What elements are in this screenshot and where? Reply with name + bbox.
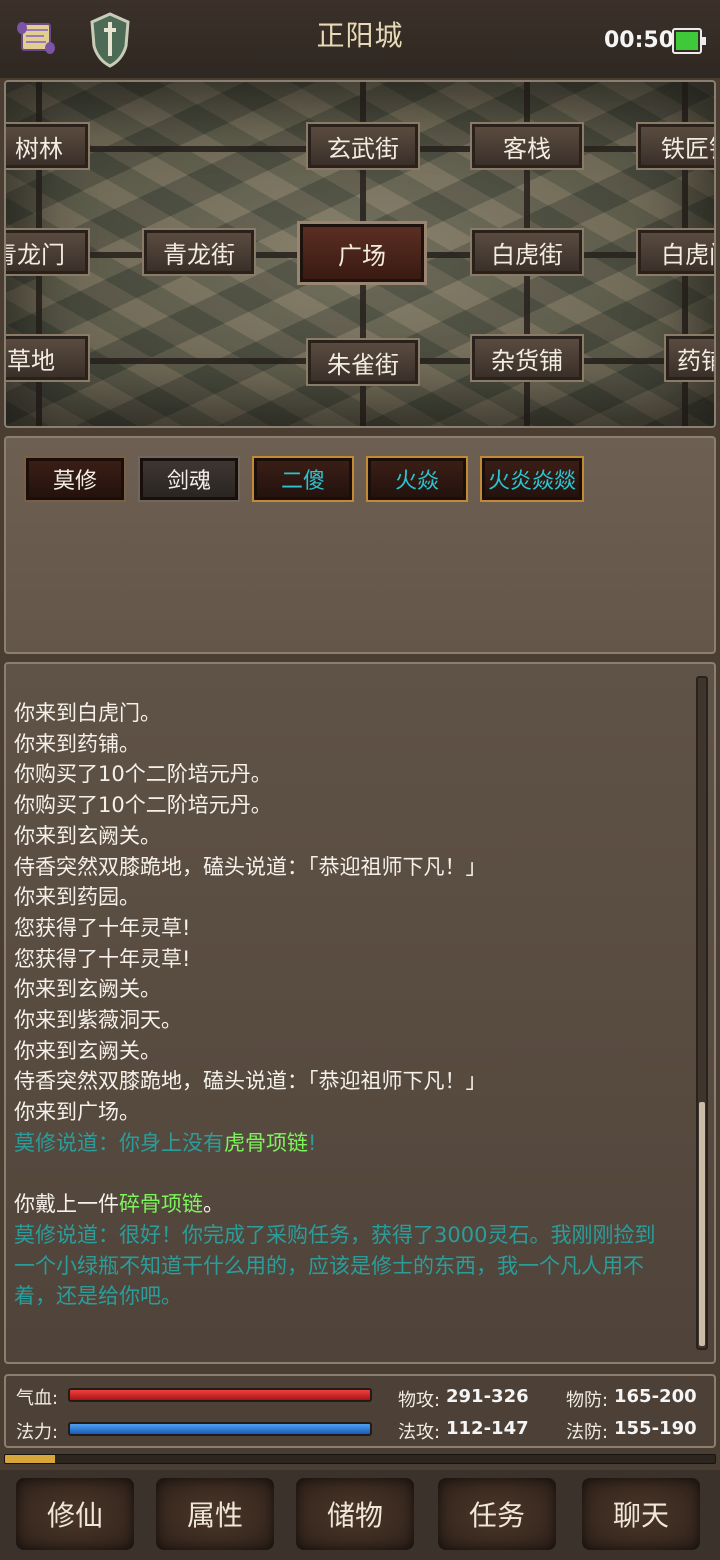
log-line-equip: 你戴上一件碎骨项链。 [14,1189,686,1220]
battery-level [676,32,698,50]
hp-bar-fill [70,1390,370,1400]
nav-chat-button[interactable]: 聊天 [582,1478,700,1550]
log-line: 你购买了10个二阶培元丹。 [14,762,272,787]
log-line: 你来到玄阙关。 [14,823,161,848]
map-location-zahuo[interactable]: 杂货铺 [470,334,584,382]
patk-value: 291-326 [446,1386,529,1407]
matk-value: 112-147 [446,1418,529,1439]
mp-label: 法力: [16,1422,59,1443]
log-list: 你来到白虎门。 你来到药铺。 你购买了10个二阶培元丹。 你购买了10个二阶培元丹。你… [14,698,686,1312]
map-location-qinglongmen[interactable]: 青龙门 [6,228,90,276]
log-line-blank [14,1159,686,1190]
npc-speech-text: 莫修说道：你身上没有 [14,1130,224,1155]
map-location-xuanwu[interactable]: 玄武街 [306,122,420,170]
npc-button-huoyanyanyi[interactable]: 火炎焱燚 [480,456,584,502]
npc-button-ersha[interactable]: 二傻 [252,456,354,502]
matk-label: 法攻: [398,1422,441,1443]
npc-panel: 莫修 剑魂 二傻 火焱 火炎焱燚 [4,436,716,654]
map-location-caodi[interactable]: 草地 [6,334,90,382]
equip-text: 你戴上一件 [14,1192,119,1217]
npc-speech-text: ! [308,1130,317,1155]
mp-bar-fill [70,1424,370,1434]
map-location-tiejiang[interactable]: 铁匠铺 [636,122,714,170]
log-line: 你来到玄阙关。 [14,977,161,1002]
log-scroll-thumb[interactable] [699,1102,705,1346]
pdef-label: 物防: [566,1390,609,1411]
pdef-value: 165-200 [614,1386,697,1407]
nav-cultivate-button[interactable]: 修仙 [16,1478,134,1550]
npc-button-moxiu[interactable]: 莫修 [24,456,126,502]
stats-panel: 气血: 法力: 物攻: 291-326 物防: 165-200 法攻: 112-… [4,1374,716,1448]
item-link[interactable]: 碎骨项链 [119,1192,203,1216]
map-location-yaopu[interactable]: 药铺 [664,334,714,382]
item-link[interactable]: 虎骨项链 [224,1131,308,1155]
nav-storage-button[interactable]: 储物 [296,1478,414,1550]
hp-label: 气血: [16,1388,59,1409]
log-line-npc-speech: 莫修说道：很好！你完成了采购任务，获得了3000灵石。我刚刚捡到 [14,1222,656,1247]
log-line: 您获得了十年灵草! [14,915,191,940]
bottom-nav: 修仙 属性 储物 任务 聊天 [0,1470,720,1560]
npc-button-jianhun[interactable]: 剑魂 [138,456,240,502]
nav-attributes-button[interactable]: 属性 [156,1478,274,1550]
log-line: 侍香突然双膝跪地，磕头说道：「恭迎祖师下凡！」 [14,1069,487,1094]
patk-label: 物攻: [398,1390,441,1411]
clock: 00:50 [604,28,675,53]
npc-button-huoyan[interactable]: 火焱 [366,456,468,502]
log-line: 你来到药铺。 [14,731,140,756]
equip-text: 。 [203,1192,224,1217]
log-line: 你来到白虎门。 [14,701,161,725]
message-log[interactable]: 你来到白虎门。 你来到药铺。 你购买了10个二阶培元丹。 你购买了10个二阶培元丹。你… [4,662,716,1364]
log-line: 你购买了10个二阶培元丹。 [14,793,272,818]
log-line-npc-speech: 着，还是给你吧。 [14,1284,182,1309]
map-location-zhuque[interactable]: 朱雀街 [306,338,420,386]
log-line: 侍香突然双膝跪地，磕头说道：「恭迎祖师下凡！」 [14,854,487,879]
log-line-npc-speech: 一个小绿瓶不知道干什么用的，应该是修士的东西，我一个凡人用不 [14,1253,644,1278]
exp-bar-fill [5,1455,55,1463]
map-location-current[interactable]: 广场 [297,221,427,285]
exp-bar [4,1454,716,1464]
mdef-label: 法防: [566,1422,609,1443]
log-line: 你来到玄阙关。 [14,1038,161,1063]
log-line: 你来到广场。 [14,1100,140,1125]
log-line-npc-speech: 莫修说道：你身上没有虎骨项链! [14,1128,686,1159]
mp-bar [68,1422,372,1436]
nav-quests-button[interactable]: 任务 [438,1478,556,1550]
map-location-shulin[interactable]: 树林 [6,122,90,170]
mdef-value: 155-190 [614,1418,697,1439]
log-line: 您获得了十年灵草! [14,946,191,971]
map-location-baihujie[interactable]: 白虎街 [470,228,584,276]
map-location-qinglongjie[interactable]: 青龙街 [142,228,256,276]
battery-icon [672,28,706,54]
log-line: 你来到紫薇洞天。 [14,1008,182,1033]
hp-bar [68,1388,372,1402]
map-location-baihumen[interactable]: 白虎门 [636,228,714,276]
map-location-kezhan[interactable]: 客栈 [470,122,584,170]
log-scrollbar[interactable] [696,676,708,1350]
map-panel: 树林 玄武街 客栈 铁匠铺 青龙门 青龙街 广场 白虎街 白虎门 草地 朱雀街 … [4,80,716,428]
top-bar: 正阳城 00:50 [0,0,720,78]
log-line: 你来到药园。 [14,885,140,910]
